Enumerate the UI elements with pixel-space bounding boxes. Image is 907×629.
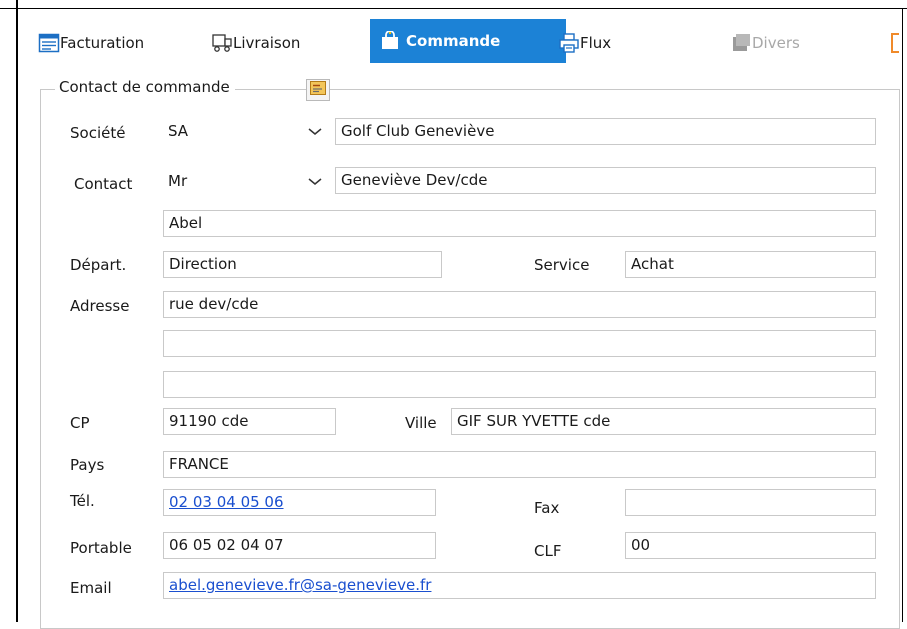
- tel-field[interactable]: 02 03 04 05 06: [163, 489, 436, 516]
- misc-icon: [730, 32, 752, 54]
- clf-label: CLF: [534, 542, 562, 560]
- tab-label: Facturation: [60, 34, 145, 52]
- societe-name-field[interactable]: Golf Club Geneviève: [335, 118, 876, 145]
- tab-livraison[interactable]: Livraison: [211, 25, 300, 61]
- cp-label: CP: [70, 414, 90, 432]
- contact-firstname-field[interactable]: Abel: [163, 210, 876, 237]
- contact-civility-select[interactable]: Mr: [163, 169, 331, 196]
- fax-field[interactable]: [625, 489, 876, 516]
- depart-field[interactable]: Direction: [163, 251, 442, 278]
- window-frame-right: [902, 8, 903, 622]
- tel-label: Tél.: [70, 492, 95, 510]
- chevron-down-icon: [307, 123, 323, 143]
- email-field[interactable]: abel.genevieve.fr@sa-genevieve.fr: [163, 572, 876, 599]
- societe-type-select[interactable]: SA: [163, 119, 331, 146]
- portable-label: Portable: [70, 539, 132, 557]
- tab-divers: Divers: [730, 25, 800, 61]
- tab-label: Divers: [752, 34, 800, 52]
- depart-label: Départ.: [70, 256, 127, 274]
- ville-label: Ville: [405, 414, 437, 432]
- clf-field[interactable]: 00: [625, 532, 876, 559]
- ville-field[interactable]: GIF SUR YVETTE cde: [451, 408, 876, 435]
- adresse-line2-field[interactable]: [163, 330, 876, 357]
- societe-label: Société: [70, 124, 126, 142]
- chevron-down-icon: [307, 173, 323, 193]
- cp-field[interactable]: 91190 cde: [163, 408, 336, 435]
- tab-overflow-indicator[interactable]: [891, 33, 899, 53]
- contact-label: Contact: [74, 175, 133, 193]
- group-title: Contact de commande: [55, 78, 235, 96]
- tab-bar: Facturation Livraison Commande Flux Dive…: [18, 9, 902, 64]
- tab-label: Commande: [406, 32, 501, 50]
- tab-label: Livraison: [233, 34, 301, 52]
- tab-facturation[interactable]: Facturation: [38, 25, 144, 61]
- contact-card-icon: [310, 81, 326, 99]
- order-bag-icon: [380, 31, 400, 51]
- window-frame-left: [16, 0, 18, 622]
- tab-flux[interactable]: Flux: [558, 25, 611, 61]
- invoice-icon: [38, 32, 60, 54]
- tab-label: Flux: [580, 34, 612, 52]
- email-label: Email: [70, 579, 112, 597]
- tab-commande[interactable]: Commande: [370, 19, 566, 63]
- service-field[interactable]: Achat: [625, 251, 876, 278]
- delivery-icon: [211, 32, 233, 54]
- pays-field[interactable]: FRANCE: [163, 451, 876, 478]
- pays-label: Pays: [70, 456, 105, 474]
- contact-name-field[interactable]: Geneviève Dev/cde: [335, 167, 876, 194]
- printer-icon: [558, 32, 580, 54]
- contact-card-button[interactable]: [306, 79, 330, 101]
- service-label: Service: [534, 256, 590, 274]
- adresse-label: Adresse: [70, 297, 130, 315]
- adresse-line1-field[interactable]: rue dev/cde: [163, 291, 876, 318]
- adresse-line3-field[interactable]: [163, 371, 876, 398]
- fax-label: Fax: [534, 499, 560, 517]
- portable-field[interactable]: 06 05 02 04 07: [163, 532, 436, 559]
